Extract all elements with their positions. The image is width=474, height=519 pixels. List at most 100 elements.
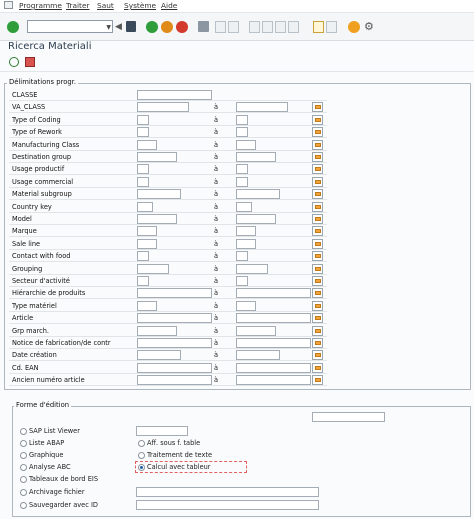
high-value-input[interactable] — [236, 325, 276, 336]
radio-tableaux-eis[interactable] — [20, 476, 27, 483]
high-value-input[interactable] — [236, 189, 280, 200]
low-value-input[interactable] — [137, 288, 212, 299]
high-value-input[interactable] — [236, 201, 252, 212]
menu-programme[interactable]: Programme — [19, 1, 62, 10]
high-value-input[interactable] — [236, 164, 248, 175]
radio-aff-sous-table[interactable] — [138, 440, 145, 447]
high-value-input[interactable] — [236, 338, 311, 348]
collapse-icon[interactable]: ◀ — [115, 22, 122, 32]
save-icon[interactable] — [126, 21, 136, 32]
high-value-input[interactable] — [236, 263, 268, 274]
multiple-selection-icon[interactable] — [312, 313, 323, 324]
low-value-input[interactable] — [137, 176, 149, 187]
low-value-input[interactable] — [137, 238, 157, 249]
low-value-input[interactable] — [137, 189, 181, 200]
high-value-input[interactable] — [236, 362, 311, 373]
find-next-icon[interactable] — [228, 21, 239, 33]
low-value-input[interactable] — [137, 102, 189, 113]
radio-calcul-tableur[interactable] — [138, 464, 145, 471]
multiple-selection-icon[interactable] — [312, 325, 323, 336]
high-value-input[interactable] — [236, 214, 276, 224]
multiple-selection-icon[interactable] — [312, 152, 323, 162]
multiple-selection-icon[interactable] — [312, 375, 323, 386]
high-value-input[interactable] — [236, 176, 248, 187]
high-value-input[interactable] — [236, 300, 256, 311]
high-value-input[interactable] — [236, 313, 311, 324]
high-value-input[interactable] — [236, 375, 311, 386]
new-session-icon[interactable] — [313, 21, 324, 33]
print-icon[interactable] — [198, 21, 209, 32]
menu-systeme[interactable]: Système — [124, 1, 156, 10]
help-icon[interactable] — [348, 21, 360, 33]
dropdown-icon[interactable]: ▼ — [106, 24, 111, 31]
multiple-selection-icon[interactable] — [312, 238, 323, 249]
high-value-input[interactable] — [236, 226, 256, 237]
variant-icon[interactable] — [25, 57, 35, 67]
layout-field[interactable] — [312, 412, 385, 422]
multiple-selection-icon[interactable] — [312, 350, 323, 361]
multiple-selection-icon[interactable] — [312, 288, 323, 299]
high-value-input[interactable] — [236, 127, 248, 138]
radio-traitement-texte[interactable] — [138, 452, 145, 459]
menu-traiter[interactable]: Traiter — [66, 1, 90, 10]
menu-aide[interactable]: Aide — [161, 1, 177, 10]
last-page-icon[interactable] — [288, 21, 299, 33]
multiple-selection-icon[interactable] — [312, 127, 323, 138]
low-value-input[interactable] — [137, 90, 212, 100]
multiple-selection-icon[interactable] — [312, 214, 323, 224]
low-value-input[interactable] — [137, 139, 157, 150]
radio-sap-list-viewer[interactable] — [20, 428, 27, 435]
high-value-input[interactable] — [236, 238, 256, 249]
sauvegarder-field[interactable] — [136, 500, 319, 510]
low-value-input[interactable] — [137, 164, 149, 175]
radio-sauvegarder[interactable] — [20, 502, 27, 509]
radio-archivage[interactable] — [20, 489, 27, 496]
low-value-input[interactable] — [137, 300, 157, 311]
radio-graphique[interactable] — [20, 452, 27, 459]
multiple-selection-icon[interactable] — [312, 263, 323, 274]
low-value-input[interactable] — [137, 251, 149, 262]
low-value-input[interactable] — [137, 114, 149, 125]
high-value-input[interactable] — [236, 251, 248, 262]
low-value-input[interactable] — [137, 325, 177, 336]
previous-page-icon[interactable] — [262, 21, 273, 33]
multiple-selection-icon[interactable] — [312, 362, 323, 373]
menu-saut[interactable]: Saut — [97, 1, 114, 10]
low-value-input[interactable] — [137, 152, 177, 162]
low-value-input[interactable] — [137, 276, 149, 286]
multiple-selection-icon[interactable] — [312, 102, 323, 113]
command-field[interactable]: ▼ — [27, 20, 113, 33]
high-value-input[interactable] — [236, 152, 276, 162]
radio-liste-abap[interactable] — [20, 440, 27, 447]
low-value-input[interactable] — [137, 214, 177, 224]
multiple-selection-icon[interactable] — [312, 189, 323, 200]
enter-icon[interactable] — [7, 21, 19, 33]
find-icon[interactable] — [215, 21, 226, 33]
high-value-input[interactable] — [236, 288, 311, 299]
shortcut-icon[interactable] — [326, 21, 337, 33]
sap-list-viewer-field[interactable] — [136, 426, 188, 436]
back-icon[interactable] — [146, 21, 158, 33]
low-value-input[interactable] — [137, 226, 157, 237]
first-page-icon[interactable] — [249, 21, 260, 33]
high-value-input[interactable] — [236, 114, 248, 125]
multiple-selection-icon[interactable] — [312, 338, 323, 348]
radio-analyse-abc[interactable] — [20, 464, 27, 471]
multiple-selection-icon[interactable] — [312, 176, 323, 187]
archivage-field[interactable] — [136, 487, 319, 497]
settings-icon[interactable]: ⚙ — [364, 20, 374, 33]
cancel-icon[interactable] — [176, 21, 188, 33]
multiple-selection-icon[interactable] — [312, 164, 323, 175]
multiple-selection-icon[interactable] — [312, 300, 323, 311]
multiple-selection-icon[interactable] — [312, 276, 323, 286]
high-value-input[interactable] — [236, 276, 248, 286]
low-value-input[interactable] — [137, 338, 212, 348]
multiple-selection-icon[interactable] — [312, 139, 323, 150]
multiple-selection-icon[interactable] — [312, 251, 323, 262]
low-value-input[interactable] — [137, 313, 212, 324]
next-page-icon[interactable] — [275, 21, 286, 33]
execute-icon[interactable] — [9, 57, 19, 67]
multiple-selection-icon[interactable] — [312, 226, 323, 237]
exit-icon[interactable] — [161, 21, 173, 33]
low-value-input[interactable] — [137, 263, 169, 274]
